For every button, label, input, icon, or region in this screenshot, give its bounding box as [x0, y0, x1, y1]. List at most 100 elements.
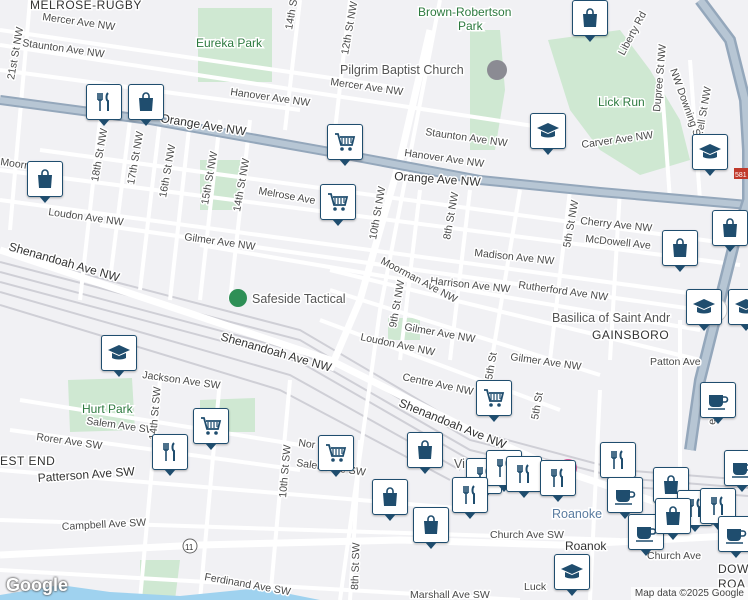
shopping-bag-icon: [669, 237, 691, 259]
cafe-pin[interactable]: [607, 477, 643, 519]
shopping-pin[interactable]: [413, 507, 449, 549]
place-roanoke-station: Roanoke: [552, 507, 602, 521]
svg-text:Nor: Nor: [298, 437, 317, 451]
place-safeside-tactical: Safeside Tactical: [252, 292, 346, 306]
svg-text:12th St NW: 12th St NW: [339, 0, 360, 55]
restaurant-pin[interactable]: [506, 456, 542, 498]
cafe-pin[interactable]: [724, 450, 748, 492]
shopping-pin[interactable]: [128, 84, 164, 126]
shopping-bag-icon: [414, 439, 436, 461]
restaurant-pin[interactable]: [540, 460, 576, 502]
neighborhood-melrose-rugby: MELROSE-RUGBY: [30, 0, 142, 12]
fork-knife-icon: [159, 441, 181, 463]
svg-text:14th St SW: 14th St SW: [147, 386, 164, 440]
shopping-bag-icon: [662, 505, 684, 527]
restaurant-pin[interactable]: [600, 442, 636, 484]
fork-knife-icon: [93, 91, 115, 113]
shopping-bag-icon: [34, 168, 56, 190]
shopping-cart-icon: [333, 131, 357, 153]
svg-text:5th St: 5th St: [483, 351, 500, 380]
svg-text:Loudon Ave NW: Loudon Ave NW: [48, 206, 125, 228]
place-roanoke-city: Roanok: [565, 539, 607, 553]
park-hurt: Hurt Park: [82, 402, 134, 416]
grocery-pin[interactable]: [320, 184, 356, 226]
svg-text:16th St NW: 16th St NW: [157, 143, 178, 198]
svg-text:Gilmer Ave NW: Gilmer Ave NW: [510, 351, 583, 373]
park-brown-robertson: Brown-Robertson: [418, 5, 511, 19]
restaurant-pin[interactable]: [152, 434, 188, 476]
school-pin[interactable]: [728, 289, 748, 331]
school-pin[interactable]: [530, 113, 566, 155]
svg-text:Campbell Ave SW: Campbell Ave SW: [62, 517, 147, 533]
svg-text:Marshall Ave SW: Marshall Ave SW: [410, 589, 490, 600]
map-attribution: Map data ©2025 Google: [630, 587, 748, 600]
fork-knife-icon: [607, 449, 629, 471]
svg-text:Orange Ave NW: Orange Ave NW: [394, 169, 482, 189]
restaurant-pin[interactable]: [86, 84, 122, 126]
svg-text:Church Ave SW: Church Ave SW: [490, 529, 564, 541]
school-pin[interactable]: [554, 554, 590, 596]
svg-text:8th St SW: 8th St SW: [349, 542, 363, 590]
shopping-pin[interactable]: [662, 230, 698, 272]
shopping-bag-icon: [420, 514, 442, 536]
graduation-cap-icon: [734, 296, 748, 318]
neighborhood-west-end: EST END: [0, 454, 55, 468]
shopping-cart-icon: [324, 442, 348, 464]
school-pin[interactable]: [692, 134, 728, 176]
park-eureka: Eureka Park: [196, 36, 263, 50]
cafe-pin[interactable]: [700, 382, 736, 424]
graduation-cap-icon: [560, 561, 584, 583]
place-pilgrim-baptist: Pilgrim Baptist Church: [340, 63, 464, 77]
coffee-cup-icon: [613, 484, 637, 506]
grocery-pin[interactable]: [318, 435, 354, 477]
graduation-cap-icon: [698, 141, 722, 163]
shopping-pin[interactable]: [407, 432, 443, 474]
shopping-cart-icon: [326, 191, 350, 213]
route-581-shield: 581: [735, 172, 747, 179]
coffee-cup-icon: [706, 389, 730, 411]
grocery-pin[interactable]: [476, 380, 512, 422]
grocery-pin[interactable]: [327, 124, 363, 166]
neighborhood-downtown: DOW: [718, 562, 748, 576]
school-pin[interactable]: [101, 335, 137, 377]
grocery-pin[interactable]: [193, 408, 229, 450]
google-logo: Google: [6, 575, 68, 595]
park-lick-run: Lick Run: [598, 95, 645, 109]
shopping-pin[interactable]: [572, 0, 608, 42]
graduation-cap-icon: [107, 342, 131, 364]
place-vi: Vi: [454, 457, 465, 471]
svg-text:Patton Ave: Patton Ave: [650, 356, 701, 368]
shopping-pin[interactable]: [712, 210, 748, 252]
neighborhood-gainsboro: GAINSBORO: [592, 328, 669, 342]
svg-text:18th St NW: 18th St NW: [89, 127, 110, 182]
fork-knife-icon: [707, 495, 729, 517]
shopping-cart-icon: [482, 387, 506, 409]
svg-text:Mercer Ave NW: Mercer Ave NW: [42, 11, 116, 33]
shopping-pin[interactable]: [372, 479, 408, 521]
fork-knife-icon: [459, 484, 481, 506]
shopping-bag-icon: [379, 486, 401, 508]
church-icon: [487, 60, 507, 80]
fork-knife-icon: [547, 467, 569, 489]
shopping-cart-icon: [199, 415, 223, 437]
shopping-pin[interactable]: [27, 161, 63, 203]
svg-text:10th St SW: 10th St SW: [277, 444, 294, 498]
school-pin[interactable]: [686, 289, 722, 331]
fork-knife-icon: [513, 463, 535, 485]
graduation-cap-icon: [536, 120, 560, 142]
svg-text:Church Ave: Church Ave: [647, 550, 701, 562]
shopping-pin[interactable]: [655, 498, 691, 540]
park-brown-robertson-2: Park: [458, 19, 484, 33]
svg-text:5th St: 5th St: [529, 391, 546, 420]
graduation-cap-icon: [692, 296, 716, 318]
shopping-bag-icon: [135, 91, 157, 113]
restaurant-pin[interactable]: [452, 477, 488, 519]
cafe-pin[interactable]: [718, 516, 748, 558]
shopping-bag-icon: [719, 217, 741, 239]
shopping-bag-icon: [579, 7, 601, 29]
svg-text:8th St NW: 8th St NW: [441, 191, 461, 240]
map-canvas[interactable]: MELROSE-RUGBY GAINSBORO EST END DOW ROA …: [0, 0, 748, 600]
coffee-cup-icon: [724, 523, 748, 545]
place-basilica: Basilica of Saint Andr: [552, 311, 670, 325]
svg-text:Luck: Luck: [524, 581, 547, 593]
